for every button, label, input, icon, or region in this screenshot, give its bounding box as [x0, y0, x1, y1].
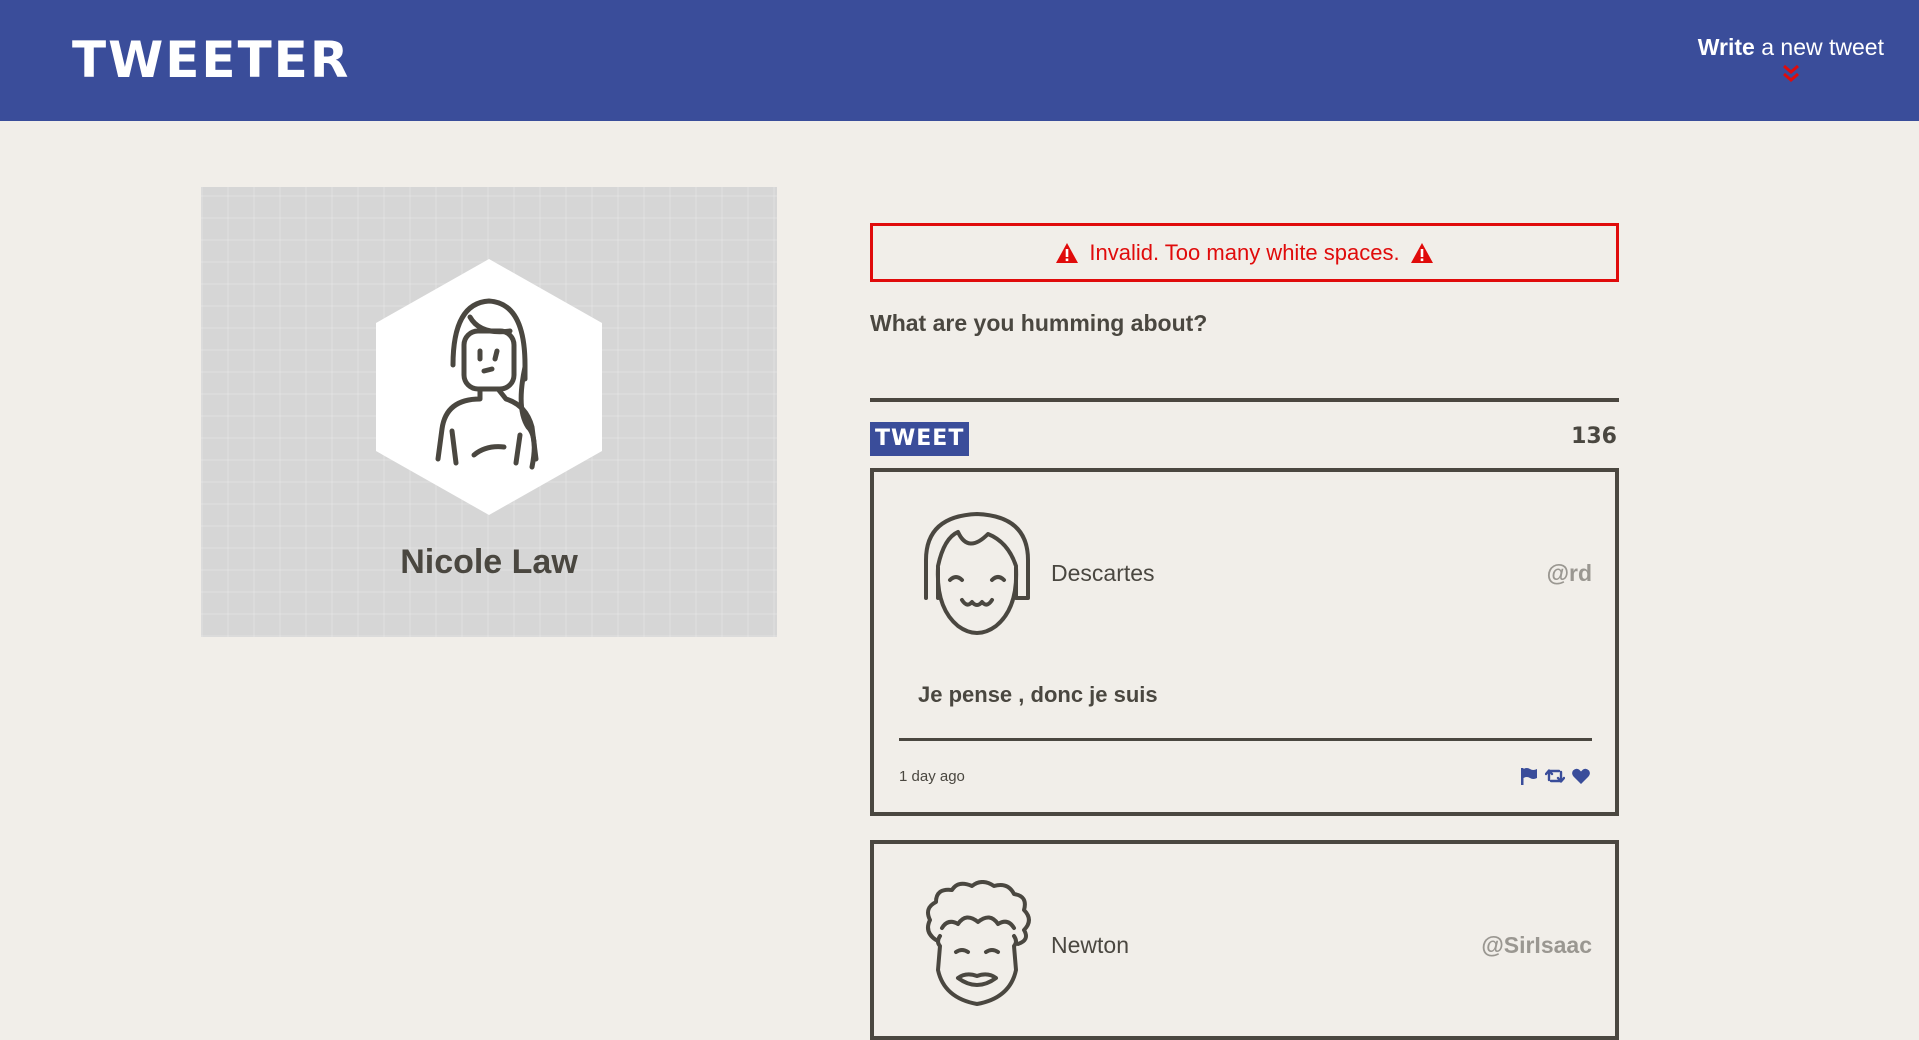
warning-icon — [1410, 242, 1433, 263]
compose-prompt-label: What are you humming about? — [870, 310, 1208, 336]
tweet-actions — [1519, 766, 1591, 786]
compose-actions-row: TWEET 136 — [870, 422, 1619, 458]
tweet-card: Descartes @rd Je pense , donc je suis 1 … — [870, 468, 1619, 816]
brand-logo[interactable]: TWEETER — [72, 30, 350, 90]
tweet-submit-button[interactable]: TWEET — [870, 422, 970, 456]
double-chevron-down-icon — [1782, 64, 1799, 82]
compose-section: Invalid. Too many white spaces. What are… — [870, 223, 1619, 458]
warning-icon — [1056, 242, 1079, 263]
char-counter: 136 — [1571, 424, 1617, 449]
tweet-card: Newton @SirIsaac — [870, 840, 1619, 1040]
retweet-icon[interactable] — [1545, 766, 1565, 786]
tweet-author-name: Newton — [1051, 932, 1129, 958]
smiling-girl-avatar-icon — [924, 512, 1030, 635]
compose-toggle-strong: Write — [1697, 34, 1755, 60]
tweet-author-name: Descartes — [1051, 560, 1155, 586]
tweet-author-handle[interactable]: @rd — [1547, 560, 1592, 587]
tweet-header: Descartes @rd — [874, 472, 1615, 635]
tweet-author-handle[interactable]: @SirIsaac — [1481, 932, 1592, 959]
tweet-timestamp: 1 day ago — [899, 768, 965, 785]
profile-name: Nicole Law — [400, 543, 578, 581]
error-message-box: Invalid. Too many white spaces. — [870, 223, 1619, 282]
profile-avatar — [376, 259, 602, 515]
curly-hair-avatar-icon — [926, 880, 1031, 1006]
profile-card: Nicole Law — [201, 187, 777, 637]
error-message-text: Invalid. Too many white spaces. — [1089, 239, 1400, 265]
tweet-divider — [899, 738, 1592, 741]
tweet-textarea[interactable] — [870, 350, 1619, 402]
top-nav: TWEETER Write a new tweet — [0, 0, 1919, 121]
heart-icon[interactable] — [1571, 766, 1591, 786]
tweet-header: Newton @SirIsaac — [874, 844, 1615, 1006]
write-new-tweet-toggle[interactable]: Write a new tweet — [1698, 33, 1884, 85]
compose-toggle-rest: a new tweet — [1754, 34, 1884, 60]
tweet-content: Je pense , donc je suis — [918, 682, 1158, 707]
flag-icon[interactable] — [1519, 766, 1539, 786]
